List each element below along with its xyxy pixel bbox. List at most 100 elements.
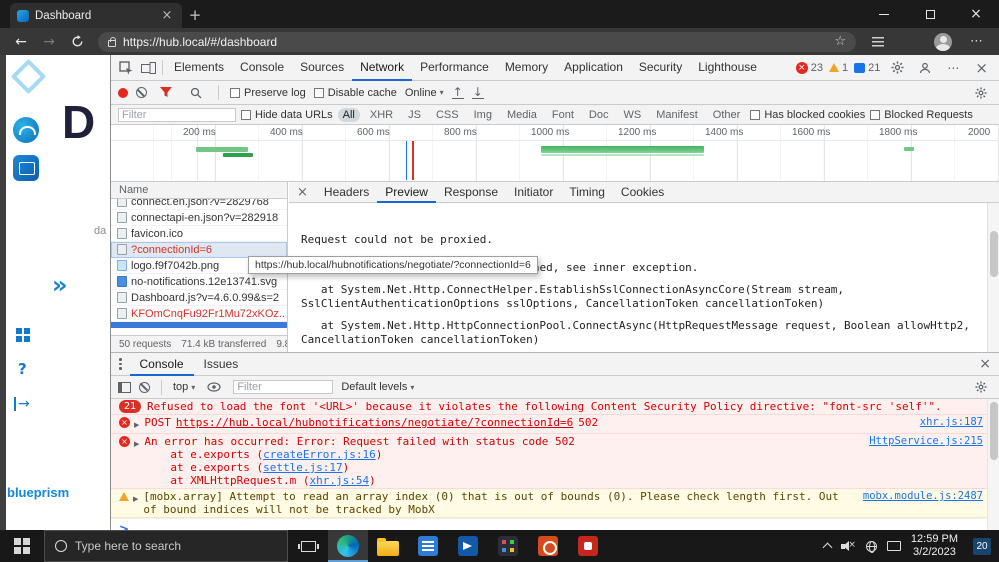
request-row[interactable]: no-notifications.12e13741.svg — [111, 274, 287, 290]
taskbar-pinned-app-5[interactable] — [568, 530, 608, 562]
taskbar-clock[interactable]: 12:59 PM 3/2/2023 — [911, 533, 958, 559]
expand-arrow-icon[interactable] — [134, 419, 139, 432]
devtools-tab-application[interactable]: Application — [556, 55, 631, 81]
url-text[interactable]: https://hub.local/#/dashboard — [123, 35, 827, 49]
devtools-tab-network[interactable]: Network — [352, 55, 413, 81]
apps-grid-icon[interactable] — [16, 328, 30, 342]
has-blocked-cookies-checkbox[interactable]: Has blocked cookies — [750, 109, 865, 121]
log-levels-dropdown[interactable]: Default levels — [341, 381, 414, 393]
clear-network-log-icon[interactable] — [136, 87, 147, 98]
device-toolbar-icon[interactable] — [137, 58, 159, 78]
taskbar-edge-button[interactable] — [328, 530, 368, 562]
filter-pill-all[interactable]: All — [337, 107, 360, 122]
tab-close-icon[interactable] — [159, 8, 175, 23]
drawer-tab-console[interactable]: Console — [129, 353, 194, 376]
browser-tab[interactable]: Dashboard — [10, 3, 182, 28]
console-prompt[interactable] — [111, 518, 999, 530]
filter-pill-manifest[interactable]: Manifest — [651, 108, 703, 122]
console-error-message[interactable]: POST https://hub.local/hubnotifications/n… — [111, 415, 999, 434]
issues-count-badge[interactable]: 21 — [854, 62, 880, 74]
settings-gear-icon[interactable] — [886, 58, 908, 78]
request-row[interactable]: KFOmCnqFu92Fr1Mu72xKOz.. — [111, 306, 287, 322]
filter-pill-media[interactable]: Media — [502, 108, 542, 122]
logout-icon[interactable] — [14, 397, 30, 411]
request-row[interactable]: connectapi-en.json?v=282918 — [111, 210, 287, 226]
javascript-context-dropdown[interactable]: top — [173, 381, 195, 393]
scrollbar-thumb[interactable] — [990, 231, 998, 277]
source-location-link[interactable]: mobx.module.js:2487 — [853, 490, 983, 503]
app-nav-item-icon[interactable] — [13, 155, 39, 181]
devtools-tab-lighthouse[interactable]: Lighthouse — [690, 55, 765, 81]
taskbar-pinned-app-3[interactable] — [488, 530, 528, 562]
forward-button[interactable] — [36, 30, 62, 54]
expand-arrow-icon[interactable] — [134, 438, 139, 451]
scrollbar-thumb[interactable] — [990, 402, 998, 460]
checkbox-icon[interactable] — [750, 109, 761, 120]
filter-pill-doc[interactable]: Doc — [584, 108, 614, 122]
taskbar-pinned-app-2[interactable] — [448, 530, 488, 562]
detail-tab-response[interactable]: Response — [436, 182, 506, 203]
expand-sidebar-chevrons[interactable] — [52, 271, 68, 299]
request-url-link[interactable]: https://hub.local/hubnotifications/negot… — [176, 416, 573, 429]
notification-center-button[interactable]: 20 — [968, 530, 996, 562]
url-bar[interactable]: https://hub.local/#/dashboard — [98, 31, 856, 52]
throttling-dropdown[interactable]: Online — [405, 87, 444, 99]
close-window-button[interactable] — [953, 0, 999, 28]
filter-pill-other[interactable]: Other — [708, 108, 746, 122]
request-row[interactable]: favicon.ico — [111, 226, 287, 242]
volume-muted-icon[interactable] — [840, 541, 856, 552]
close-drawer-icon[interactable] — [971, 356, 999, 372]
console-sidebar-icon[interactable] — [118, 381, 131, 393]
preserve-log-checkbox[interactable]: Preserve log — [230, 87, 306, 99]
refresh-button[interactable] — [64, 30, 90, 54]
source-location-link[interactable]: HttpService.js:215 — [859, 435, 983, 448]
devtools-tab-security[interactable]: Security — [631, 55, 690, 81]
network-icon[interactable] — [865, 540, 877, 553]
feedback-icon[interactable] — [914, 58, 936, 78]
app-nav-dashboard-icon[interactable] — [13, 117, 39, 143]
taskbar-pinned-app-1[interactable] — [408, 530, 448, 562]
filter-pill-js[interactable]: JS — [403, 108, 426, 122]
profile-avatar[interactable] — [934, 32, 952, 51]
more-tools-icon[interactable] — [119, 358, 122, 370]
request-row-partial[interactable] — [111, 322, 287, 328]
favorite-star-icon[interactable] — [834, 34, 846, 49]
request-name-column-header[interactable]: Name — [111, 182, 287, 199]
filter-funnel-icon[interactable] — [155, 83, 177, 103]
favorites-bar-icon[interactable] — [872, 36, 884, 47]
detail-tab-headers[interactable]: Headers — [316, 182, 377, 203]
filter-pill-ws[interactable]: WS — [618, 108, 646, 122]
devtools-tab-memory[interactable]: Memory — [497, 55, 556, 81]
devtools-tab-elements[interactable]: Elements — [166, 55, 232, 81]
request-row[interactable]: connect.en.json?v=2829768 — [111, 199, 287, 210]
source-location-link[interactable]: xhr.js:54 — [309, 474, 369, 487]
more-options-icon[interactable] — [942, 58, 964, 78]
warning-count-badge[interactable]: 1 — [829, 62, 848, 74]
touch-keyboard-icon[interactable] — [886, 541, 901, 551]
help-icon[interactable] — [18, 360, 27, 378]
checkbox-icon[interactable] — [870, 109, 881, 120]
console-filter-input[interactable]: Filter — [233, 380, 334, 394]
devtools-tab-console[interactable]: Console — [232, 55, 292, 81]
filter-pill-css[interactable]: CSS — [431, 108, 464, 122]
taskbar-search-input[interactable]: Type here to search — [44, 530, 288, 562]
console-error-message[interactable]: An error has occurred: Error: Request fa… — [111, 434, 999, 489]
blocked-requests-checkbox[interactable]: Blocked Requests — [870, 109, 973, 121]
request-row[interactable]: Dashboard.js?v=4.6.0.99&s=2 — [111, 290, 287, 306]
checkbox-icon[interactable] — [230, 87, 240, 98]
console-scrollbar[interactable] — [987, 399, 999, 530]
search-network-icon[interactable] — [185, 83, 207, 103]
preview-scrollbar[interactable] — [987, 203, 999, 352]
filter-pill-xhr[interactable]: XHR — [365, 108, 398, 122]
network-timeline-overview[interactable]: 200 ms 400 ms 600 ms 800 ms 1000 ms 1200… — [111, 125, 999, 182]
filter-pill-img[interactable]: Img — [469, 108, 497, 122]
taskbar-file-explorer-button[interactable] — [368, 530, 408, 562]
export-har-icon[interactable] — [451, 87, 464, 99]
checkbox-icon[interactable] — [241, 109, 251, 120]
close-detail-icon[interactable] — [289, 185, 316, 200]
back-button[interactable] — [8, 30, 34, 54]
live-expression-eye-icon[interactable] — [203, 377, 225, 397]
browser-menu-icon[interactable] — [962, 34, 991, 49]
console-warning-message[interactable]: [mobx.array] Attempt to read an array in… — [111, 489, 999, 518]
source-location-link[interactable]: xhr.js:187 — [910, 416, 983, 429]
